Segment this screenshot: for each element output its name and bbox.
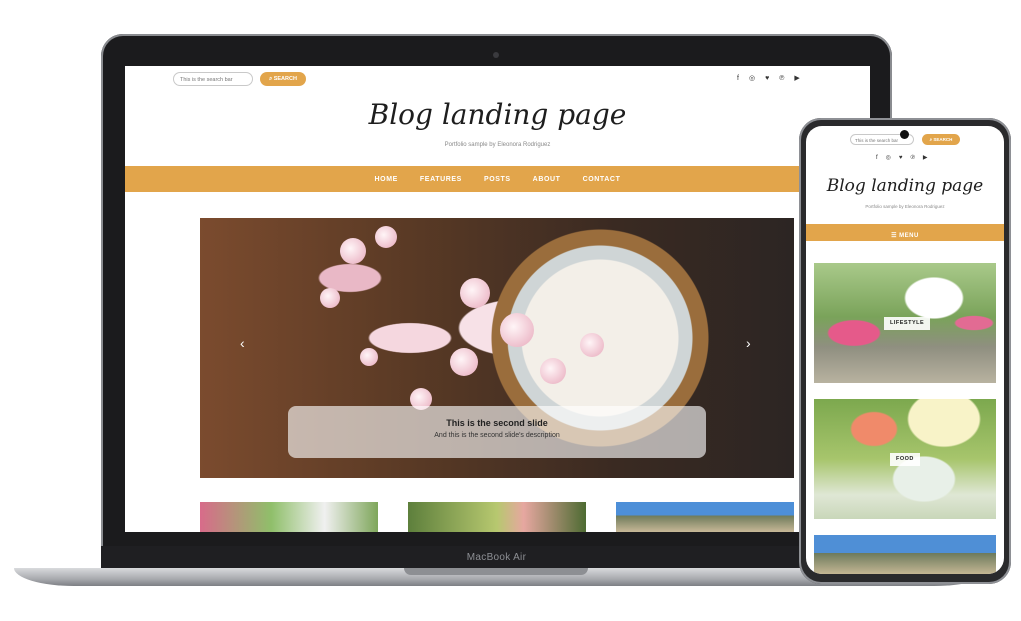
phone-search-button[interactable]: ⌕ SEARCH [922, 134, 960, 145]
search-button[interactable]: ⌕ SEARCH [260, 72, 306, 86]
nav-item-home[interactable]: HOME [375, 176, 398, 183]
phone-menu-label: ☰ MENU [891, 233, 919, 239]
facebook-icon[interactable]: f [737, 75, 739, 83]
post-card-lifestyle[interactable]: LIFESTYLE [814, 263, 996, 383]
post-thumbnail-travel[interactable] [616, 502, 794, 532]
facebook-icon[interactable]: f [876, 155, 878, 162]
slider-prev-icon[interactable]: ‹ [240, 336, 245, 350]
youtube-icon[interactable]: ▶ [923, 155, 928, 162]
phone-screen: This is the search bar ⌕ SEARCH f ◎ ♥ ℗ … [806, 126, 1004, 574]
slide-caption: This is the second slide And this is the… [288, 406, 706, 458]
twitter-icon[interactable]: ♥ [899, 155, 903, 162]
phone-site-subtitle: Portfolio sample by Eleonora Rodriguez [865, 204, 945, 209]
main-nav: HOME FEATURES POSTS ABOUT CONTACT [125, 166, 870, 192]
nav-item-about[interactable]: ABOUT [533, 176, 561, 183]
nav-item-features[interactable]: FEATURES [420, 176, 462, 183]
search-button-label: SEARCH [273, 76, 297, 82]
category-badge: LIFESTYLE [884, 317, 931, 330]
phone-search-button-label: SEARCH [933, 137, 953, 142]
nav-item-contact[interactable]: CONTACT [583, 176, 621, 183]
post-card-food[interactable]: FOOD [814, 399, 996, 519]
post-thumbnail-lifestyle[interactable] [200, 502, 378, 532]
instagram-icon[interactable]: ◎ [749, 75, 755, 83]
slide-caption-description: And this is the second slide's descripti… [434, 432, 560, 439]
phone-camera [900, 130, 909, 139]
laptop-camera [493, 52, 499, 58]
search-icon: ⌕ [269, 76, 273, 82]
post-thumbnail-food[interactable] [408, 502, 586, 532]
phone-site-title: Blog landing page [826, 176, 984, 196]
nav-item-posts[interactable]: POSTS [484, 176, 511, 183]
laptop-screen: This is the search bar ⌕ SEARCH f ◎ ♥ ℗ … [125, 66, 870, 532]
laptop-notch [404, 568, 588, 575]
pinterest-icon[interactable]: ℗ [910, 155, 914, 162]
site-subtitle: Portfolio sample by Eleonora Rodriguez [444, 142, 551, 148]
pinterest-icon[interactable]: ℗ [779, 75, 784, 83]
category-badge: FOOD [890, 453, 920, 466]
post-card-travel[interactable] [814, 535, 996, 574]
youtube-icon[interactable]: ▶ [794, 75, 799, 83]
twitter-icon[interactable]: ♥ [765, 75, 769, 83]
slider-next-icon[interactable]: › [746, 336, 751, 350]
search-icon: ⌕ [929, 137, 933, 142]
laptop-brand-label: MacBook Air [466, 552, 527, 563]
slide-caption-title: This is the second slide [446, 418, 548, 428]
hero-slider: ‹ › This is the second slide And this is… [200, 218, 794, 478]
site-title: Blog landing page [368, 98, 627, 131]
search-input[interactable]: This is the search bar [173, 72, 253, 86]
instagram-icon[interactable]: ◎ [886, 155, 891, 162]
phone-menu-button[interactable]: ☰ MENU [806, 224, 1004, 241]
social-links: f ◎ ♥ ℗ ▶ [737, 75, 800, 83]
phone-social-links: f ◎ ♥ ℗ ▶ [876, 155, 928, 162]
